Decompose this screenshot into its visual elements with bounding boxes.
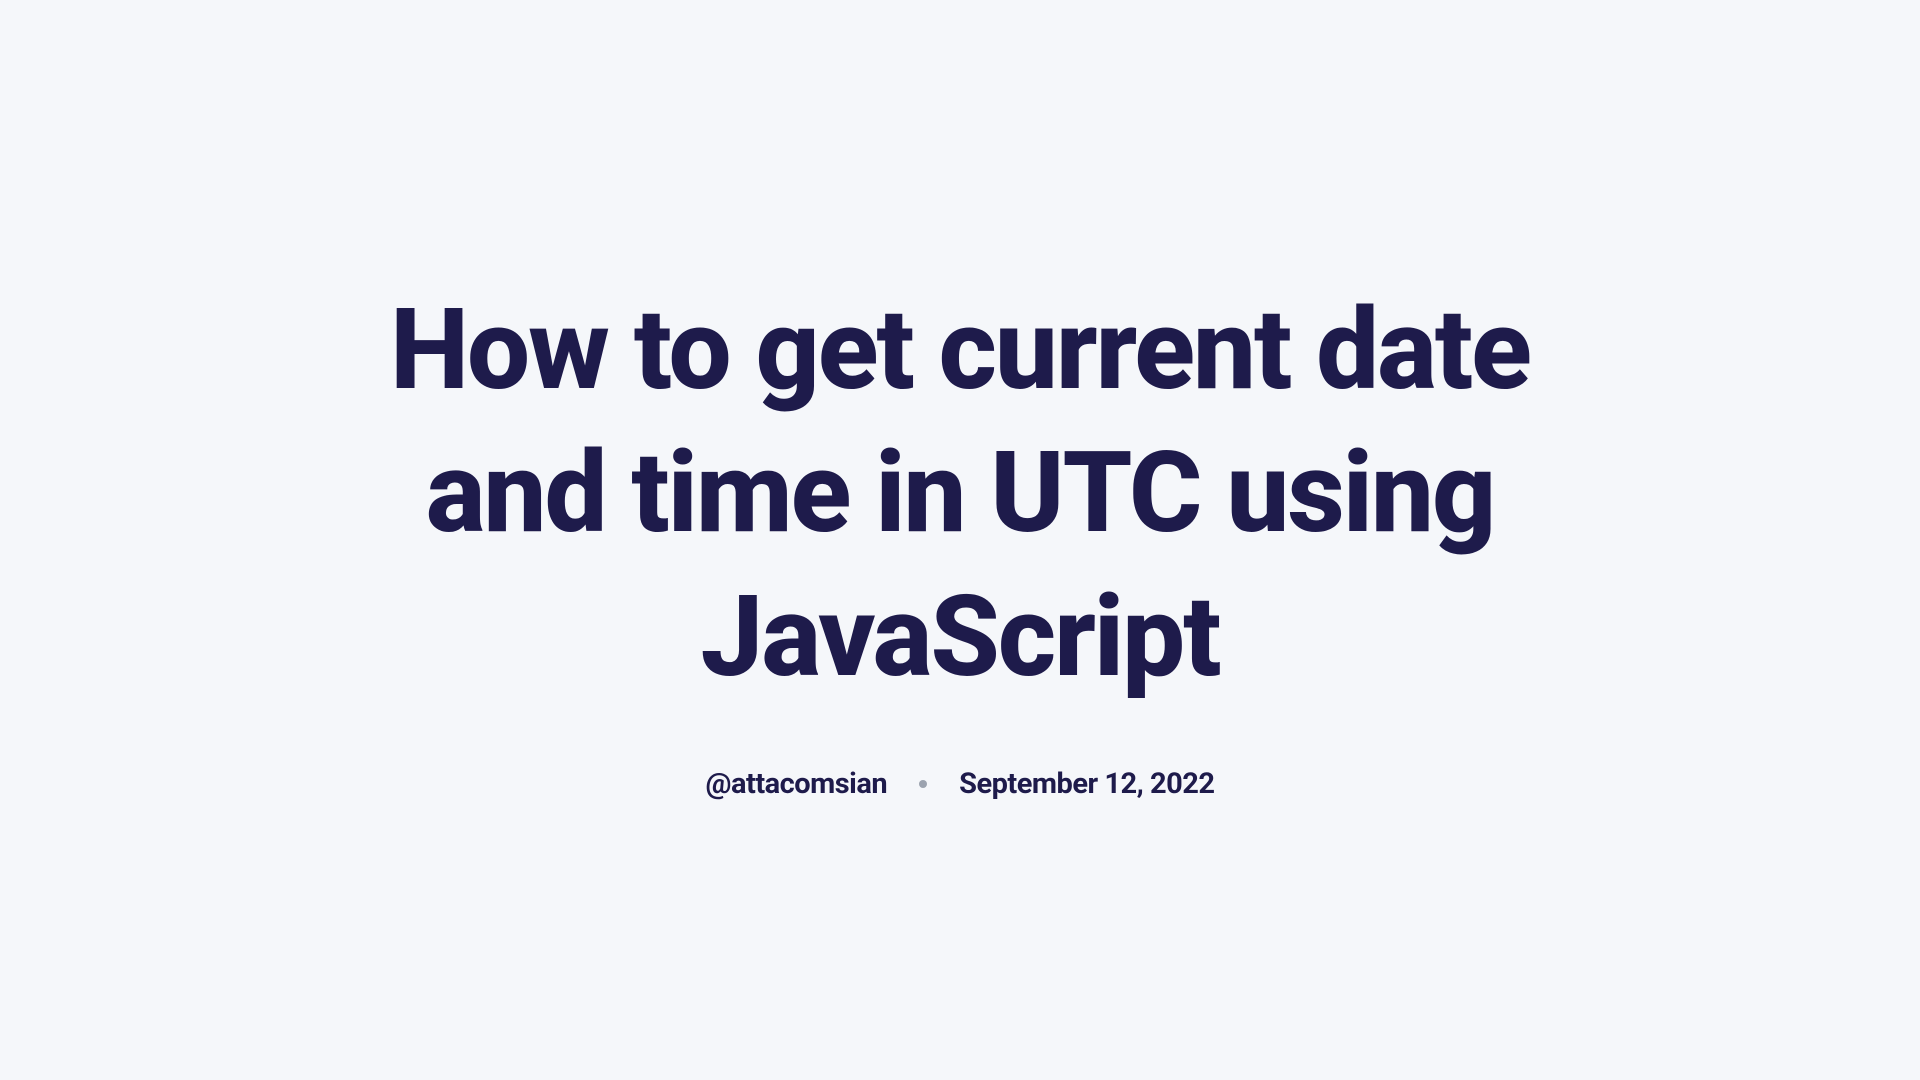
article-title: How to get current date and time in UTC … bbox=[300, 279, 1620, 709]
separator-dot bbox=[919, 780, 927, 788]
publish-date: September 12, 2022 bbox=[959, 767, 1214, 801]
article-meta: @attacomsian September 12, 2022 bbox=[705, 767, 1214, 801]
author-handle: @attacomsian bbox=[705, 767, 887, 801]
article-header: How to get current date and time in UTC … bbox=[260, 279, 1660, 801]
